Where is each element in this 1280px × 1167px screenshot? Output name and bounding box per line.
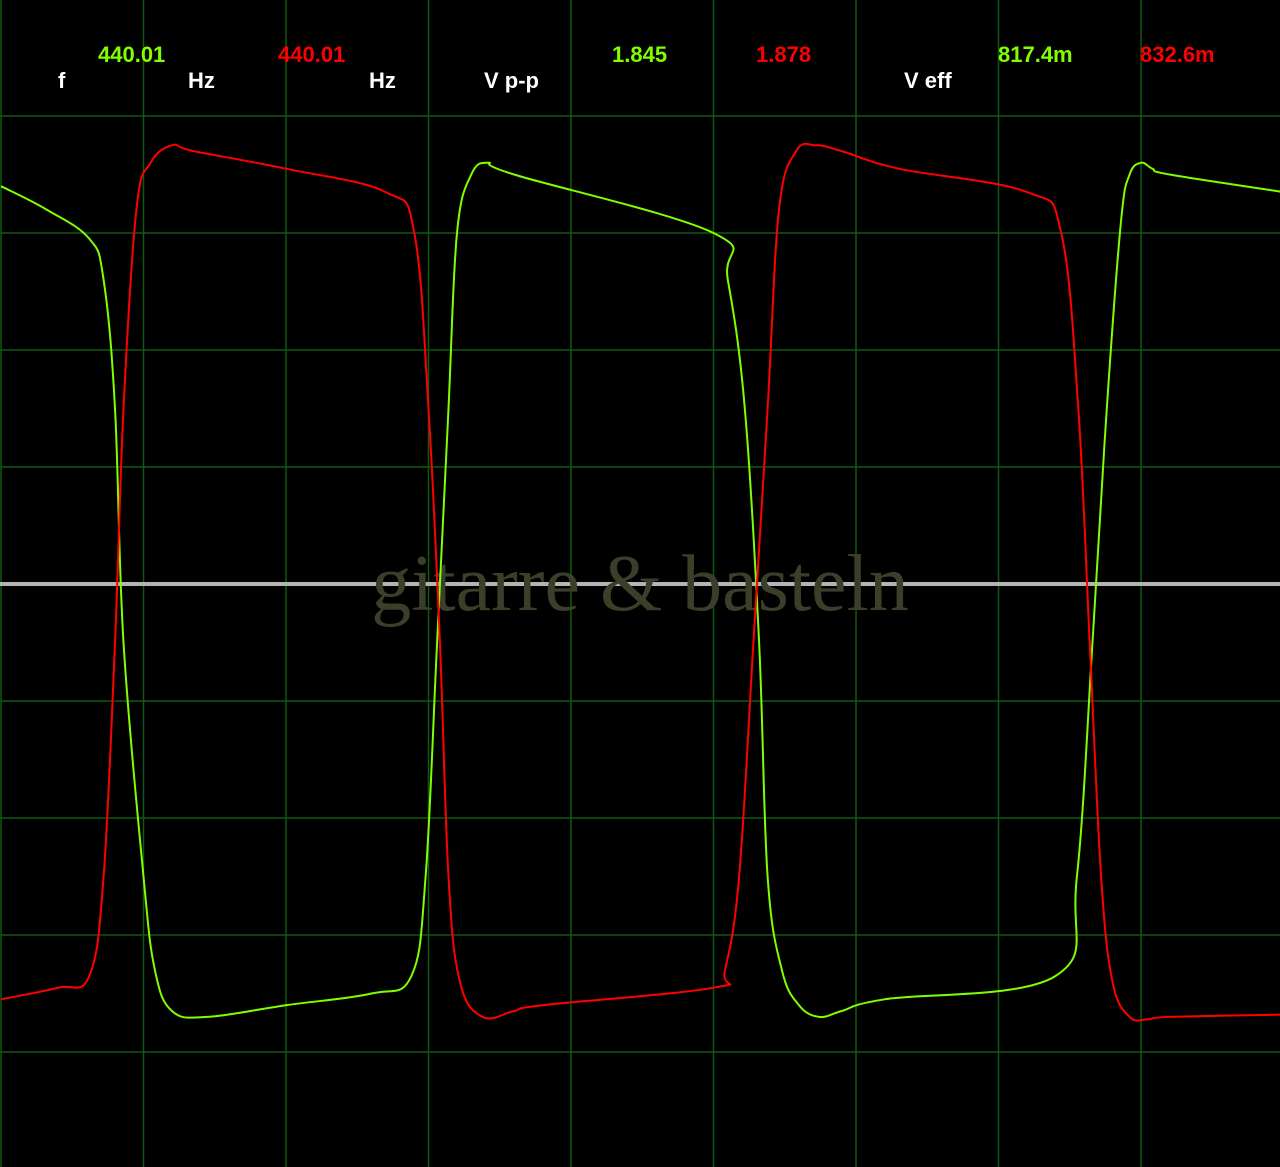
frequency-ch2-value: 440.01 [278, 42, 345, 67]
veff-ch2-value: 832.6m [1140, 42, 1215, 67]
frequency-ch1-value: 440.01 [98, 42, 165, 67]
vpp-ch1-value: 1.845 [612, 42, 667, 67]
vpp-label: V p-p [484, 68, 539, 93]
vpp-ch2-value: 1.878 [756, 42, 811, 67]
watermark: gitarre & basteln [371, 540, 909, 628]
oscilloscope-screen: gitarre & basteln f 440.01 Hz 440.01 Hz … [0, 0, 1280, 1167]
frequency-unit-ch2: Hz [369, 68, 396, 93]
frequency-label: f [58, 68, 66, 93]
veff-label: V eff [904, 68, 952, 93]
veff-ch1-value: 817.4m [998, 42, 1073, 67]
frequency-unit-ch1: Hz [188, 68, 215, 93]
